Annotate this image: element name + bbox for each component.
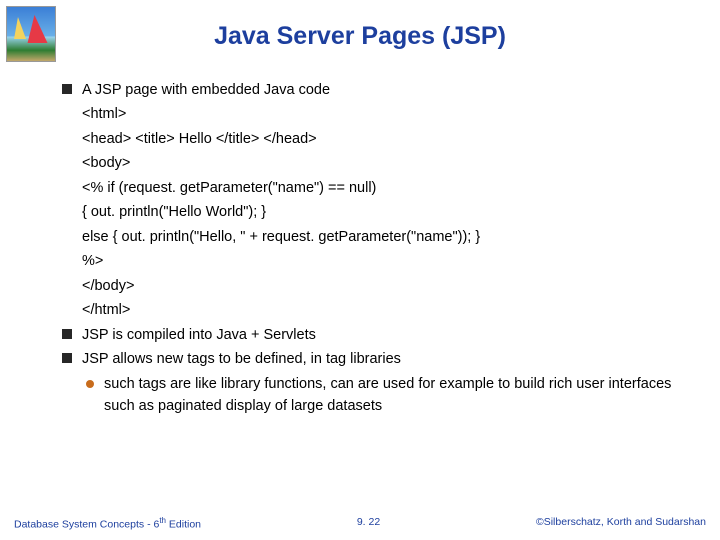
- sub-bullet-item: such tags are like library functions, ca…: [60, 373, 680, 418]
- code-line: <head> <title> Hello </title> </head>: [82, 128, 680, 150]
- bullet-text: JSP is compiled into Java + Servlets: [82, 327, 316, 343]
- code-line: </html>: [82, 299, 680, 321]
- code-line: <body>: [82, 152, 680, 174]
- footer-center: 9. 22: [357, 516, 380, 531]
- footer-left-sup: th: [159, 516, 166, 525]
- bullet-text: A JSP page with embedded Java code: [82, 82, 330, 98]
- bullet-item: JSP is compiled into Java + Servlets: [60, 324, 680, 346]
- footer-left-b: Edition: [166, 518, 201, 530]
- slide-footer: Database System Concepts - 6th Edition 9…: [0, 516, 720, 531]
- slide-body: A JSP page with embedded Java code <html…: [0, 79, 720, 418]
- bullet-text: JSP allows new tags to be defined, in ta…: [82, 351, 401, 367]
- code-line: %>: [82, 250, 680, 272]
- bullet-item: JSP allows new tags to be defined, in ta…: [60, 348, 680, 370]
- bullet-item: A JSP page with embedded Java code: [60, 79, 680, 101]
- code-block: <html> <head> <title> Hello </title> </h…: [60, 103, 680, 321]
- code-line: else { out. println("Hello, " + request.…: [82, 226, 680, 248]
- footer-left: Database System Concepts - 6th Edition: [14, 516, 201, 531]
- footer-left-a: Database System Concepts - 6: [14, 518, 159, 530]
- code-line: { out. println("Hello World"); }: [82, 201, 680, 223]
- code-line: <% if (request. getParameter("name") == …: [82, 177, 680, 199]
- sailboat-logo: [6, 6, 56, 62]
- code-line: <html>: [82, 103, 680, 125]
- sub-bullet-text: such tags are like library functions, ca…: [104, 376, 671, 414]
- code-line: </body>: [82, 275, 680, 297]
- footer-right: ©Silberschatz, Korth and Sudarshan: [536, 516, 706, 531]
- slide-title: Java Server Pages (JSP): [0, 0, 720, 79]
